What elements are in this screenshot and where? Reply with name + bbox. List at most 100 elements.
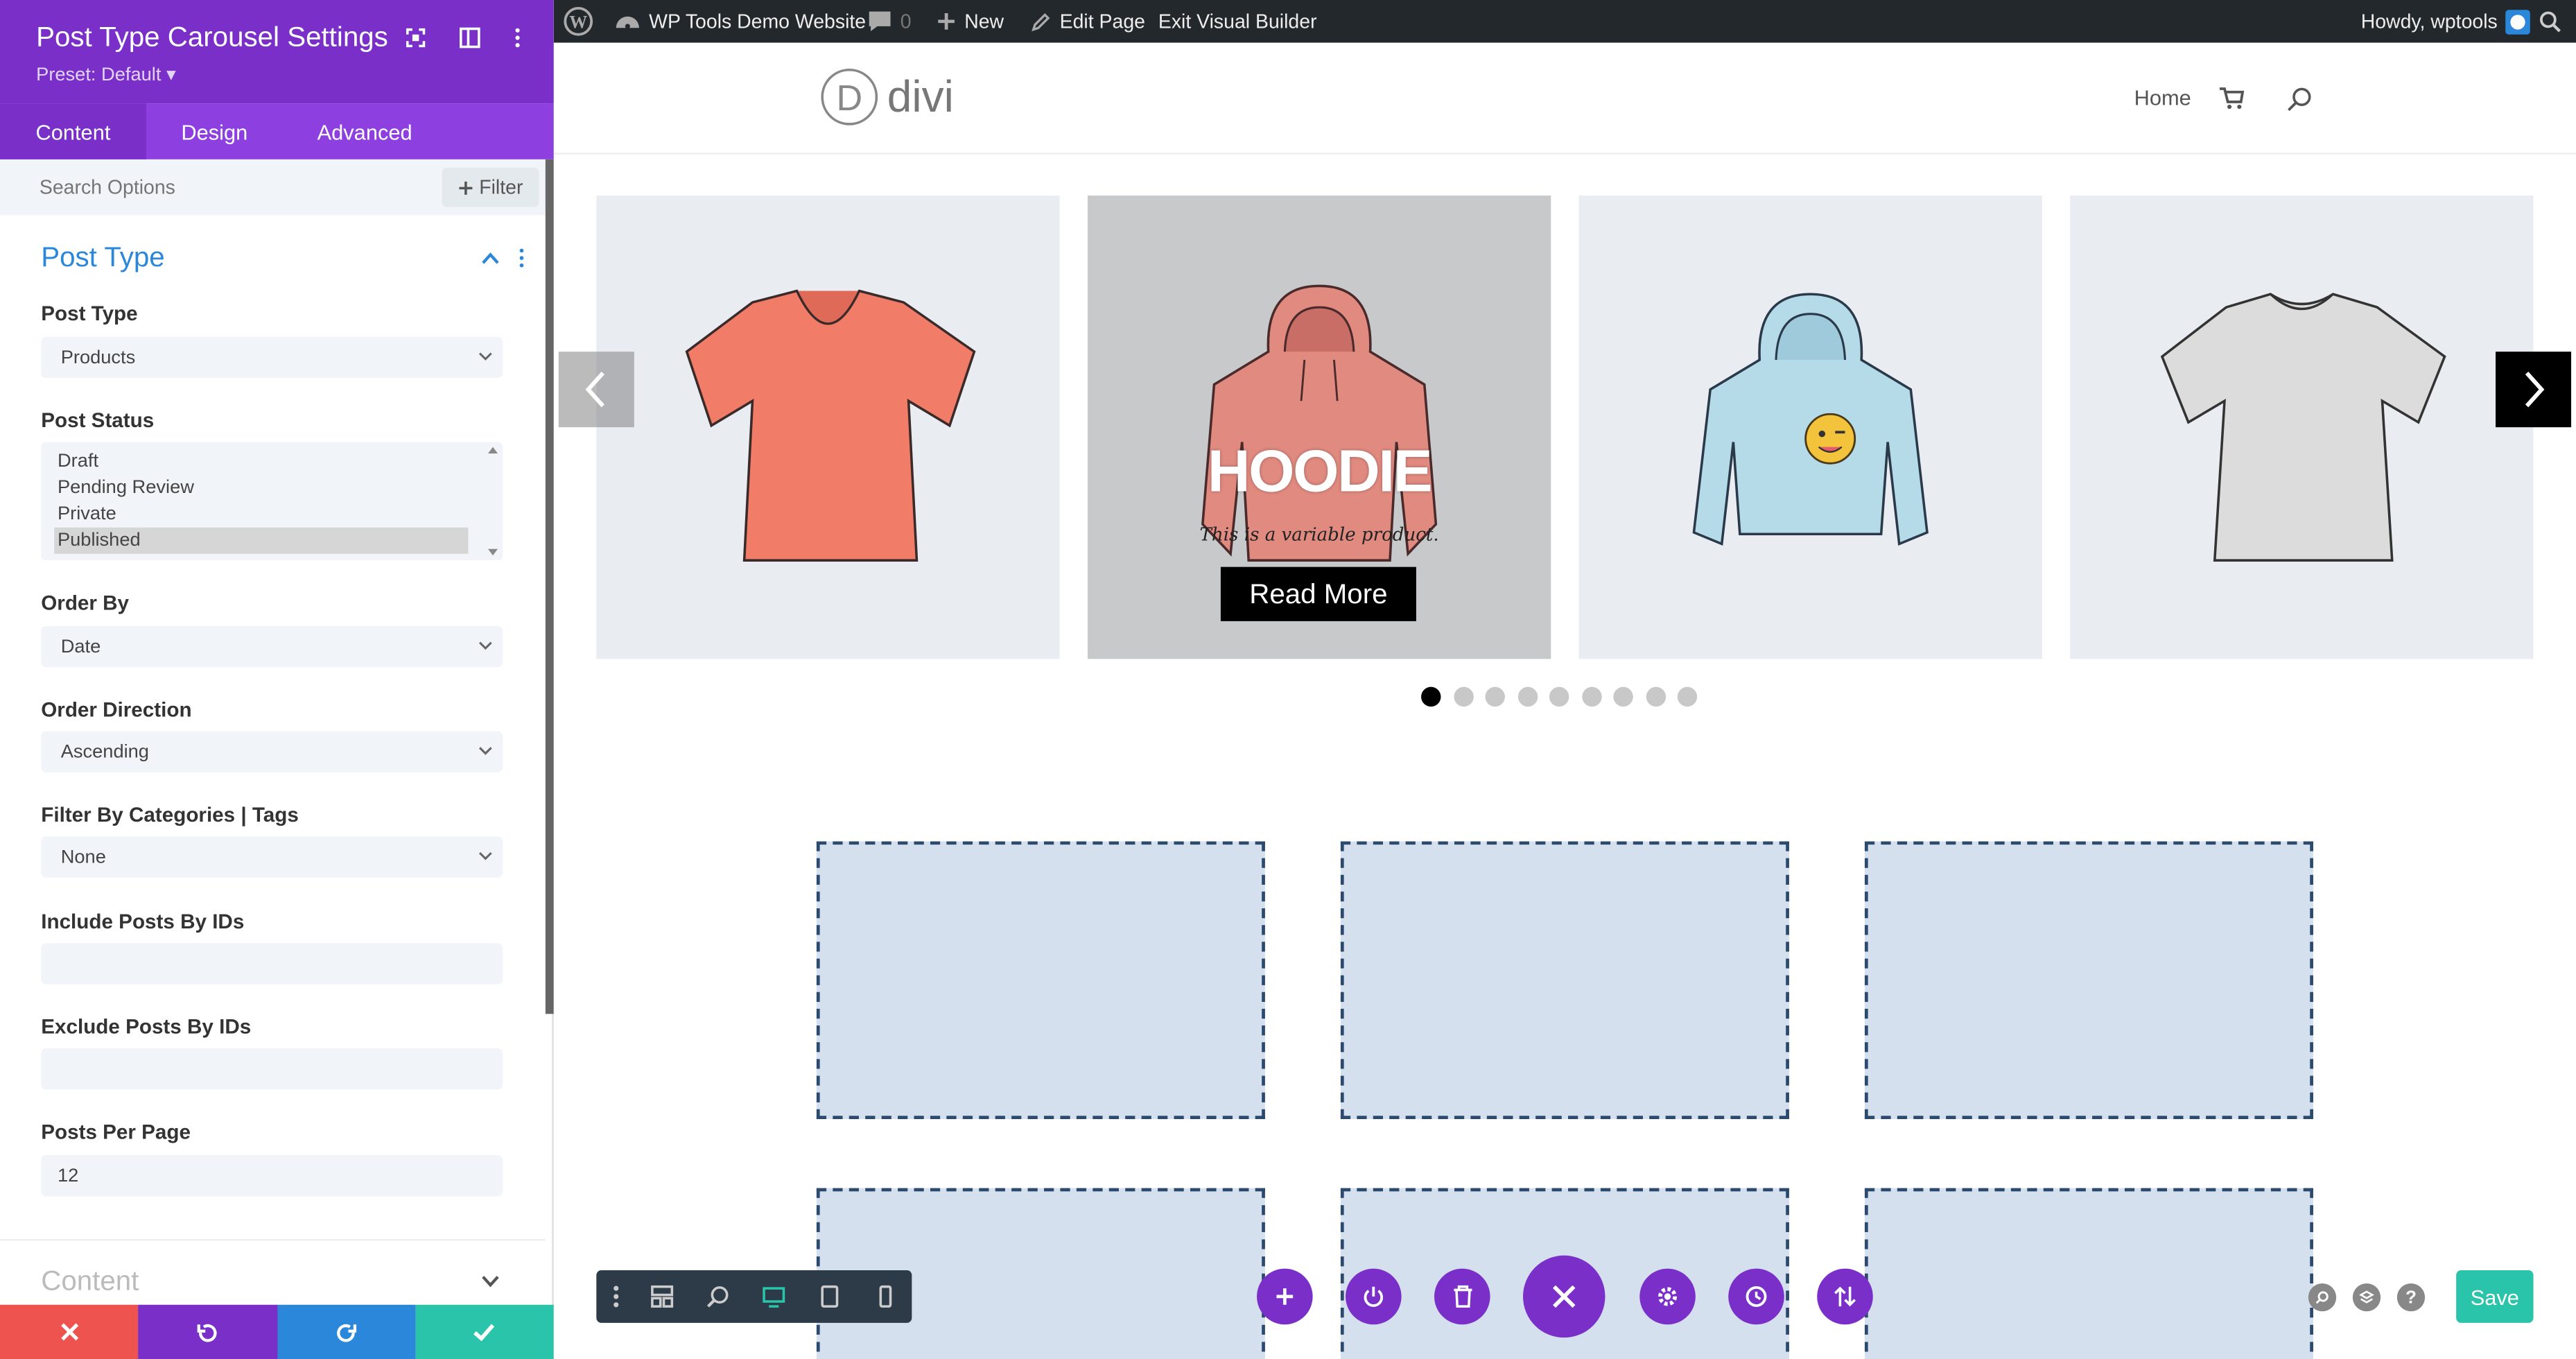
chevron-down-icon — [478, 352, 492, 361]
portability-button[interactable] — [1817, 1268, 1873, 1325]
chevron-down-icon[interactable] — [481, 1275, 499, 1288]
panel-scrollbar[interactable] — [545, 159, 554, 1014]
wireframe-view-icon[interactable] — [649, 1283, 675, 1310]
redo-button[interactable] — [277, 1304, 416, 1359]
section-more-icon[interactable] — [518, 246, 526, 269]
empty-module-placeholder[interactable] — [1340, 841, 1789, 1119]
save-button[interactable]: Save — [2456, 1270, 2534, 1323]
new-label: New — [964, 10, 1004, 33]
tablet-view-icon[interactable] — [817, 1283, 843, 1310]
carousel-dot[interactable] — [1645, 686, 1665, 707]
close-builder-button[interactable] — [1522, 1255, 1605, 1338]
exclude-ids-field[interactable] — [41, 1048, 503, 1090]
nav-home-link[interactable]: Home — [2134, 85, 2191, 110]
admin-bar: W WP Tools Demo Website 0 New Edit Page … — [553, 0, 2576, 43]
phone-view-icon[interactable] — [872, 1283, 898, 1310]
scroll-up-icon[interactable] — [487, 447, 498, 454]
help-icon[interactable]: ? — [2396, 1283, 2426, 1312]
plus-icon — [938, 12, 955, 30]
comments-link[interactable]: 0 — [867, 0, 912, 43]
zoom-icon[interactable] — [705, 1283, 731, 1310]
tshirt-image — [2160, 293, 2446, 562]
carousel-dot[interactable] — [1485, 686, 1505, 707]
status-option-private[interactable]: Private — [54, 501, 468, 528]
filter-by-select[interactable]: None — [41, 836, 503, 878]
comments-count: 0 — [900, 10, 912, 33]
layers-icon[interactable] — [2352, 1283, 2381, 1312]
plus-icon — [1276, 1288, 1294, 1305]
order-direction-select[interactable]: Ascending — [41, 731, 503, 772]
cart-icon[interactable] — [2219, 87, 2245, 110]
divi-logo-icon: D — [821, 68, 878, 125]
tab-advanced[interactable]: Advanced — [283, 103, 447, 159]
carousel-dot[interactable] — [1613, 686, 1633, 707]
more-options-icon[interactable] — [603, 1283, 629, 1310]
confirm-button[interactable] — [415, 1304, 554, 1359]
order-by-select[interactable]: Date — [41, 625, 503, 668]
tab-content[interactable]: Content — [0, 103, 146, 159]
new-link[interactable]: New — [937, 0, 1004, 43]
exit-visual-builder-link[interactable]: Exit Visual Builder — [1158, 0, 1317, 43]
empty-module-placeholder[interactable] — [1864, 1188, 2313, 1359]
clock-icon — [1746, 1286, 1767, 1307]
disable-button[interactable] — [1346, 1268, 1402, 1325]
scroll-down-icon[interactable] — [487, 548, 498, 556]
search-builder-icon[interactable] — [2308, 1283, 2337, 1312]
status-option-draft[interactable]: Draft — [54, 449, 468, 475]
carousel-card[interactable] — [2070, 196, 2534, 659]
edit-page-label: Edit Page — [1059, 10, 1146, 33]
delete-button[interactable] — [1434, 1268, 1490, 1325]
avatar — [2505, 9, 2531, 34]
filter-label: Filter — [479, 175, 523, 199]
split-view-icon[interactable] — [458, 26, 481, 49]
status-option-published[interactable]: Published — [54, 527, 469, 554]
sort-arrows-icon — [1834, 1286, 1856, 1307]
preset-dropdown[interactable]: Preset: Default ▾ — [36, 62, 176, 85]
carousel-dot[interactable] — [1421, 686, 1441, 707]
include-ids-field[interactable] — [41, 943, 503, 985]
carousel-dot[interactable] — [1453, 686, 1473, 707]
page-settings-button[interactable] — [1639, 1268, 1696, 1325]
post-status-multiselect[interactable]: Draft Pending Review Private Published — [41, 442, 503, 561]
chevron-down-icon — [478, 851, 492, 860]
carousel-item-title[interactable]: HOODIE — [1088, 437, 1551, 506]
carousel-dot[interactable] — [1549, 686, 1569, 707]
empty-module-placeholder[interactable] — [816, 841, 1265, 1119]
expand-icon[interactable] — [404, 26, 427, 49]
chevron-down-icon — [478, 641, 492, 650]
site-name-link[interactable]: WP Tools Demo Website — [614, 0, 866, 43]
search-options-input[interactable] — [23, 171, 417, 204]
filter-button[interactable]: Filter — [442, 167, 539, 207]
tab-design[interactable]: Design — [146, 103, 283, 159]
carousel-card[interactable] — [596, 196, 1060, 659]
filter-by-value: None — [60, 847, 106, 867]
carousel-next-button[interactable] — [2496, 352, 2572, 428]
status-option-pending[interactable]: Pending Review — [54, 475, 468, 501]
carousel-dot[interactable] — [1517, 686, 1538, 707]
carousel-card[interactable] — [1578, 196, 2042, 659]
carousel-dot[interactable] — [1677, 686, 1698, 707]
site-logo[interactable]: D divi — [820, 67, 954, 126]
carousel-prev-button[interactable] — [558, 352, 634, 428]
posts-per-page-field[interactable]: 12 — [41, 1155, 503, 1197]
section-title-post-type[interactable]: Post Type — [41, 241, 164, 274]
undo-button[interactable] — [138, 1304, 277, 1359]
history-button[interactable] — [1728, 1268, 1784, 1325]
read-more-button[interactable]: Read More — [1220, 566, 1416, 621]
svg-text:W: W — [569, 12, 587, 32]
admin-search-icon[interactable] — [2539, 0, 2561, 43]
wordpress-logo-icon[interactable]: W — [564, 0, 593, 43]
header-search-icon[interactable] — [2287, 87, 2312, 112]
chevron-up-icon[interactable] — [481, 252, 499, 265]
cancel-button[interactable] — [0, 1304, 139, 1359]
edit-page-link[interactable]: Edit Page — [1030, 0, 1145, 43]
desktop-view-icon[interactable] — [760, 1283, 787, 1310]
section-title-content[interactable]: Content — [41, 1265, 139, 1298]
carousel-dot[interactable] — [1581, 686, 1601, 707]
panel-more-icon[interactable] — [506, 26, 529, 49]
add-module-button[interactable] — [1257, 1268, 1313, 1325]
empty-module-placeholder[interactable] — [1864, 841, 2313, 1119]
user-menu[interactable]: Howdy, wptools — [2361, 0, 2531, 43]
panel-title: Post Type Carousel Settings — [36, 21, 388, 53]
post-type-select[interactable]: Products — [41, 336, 503, 379]
